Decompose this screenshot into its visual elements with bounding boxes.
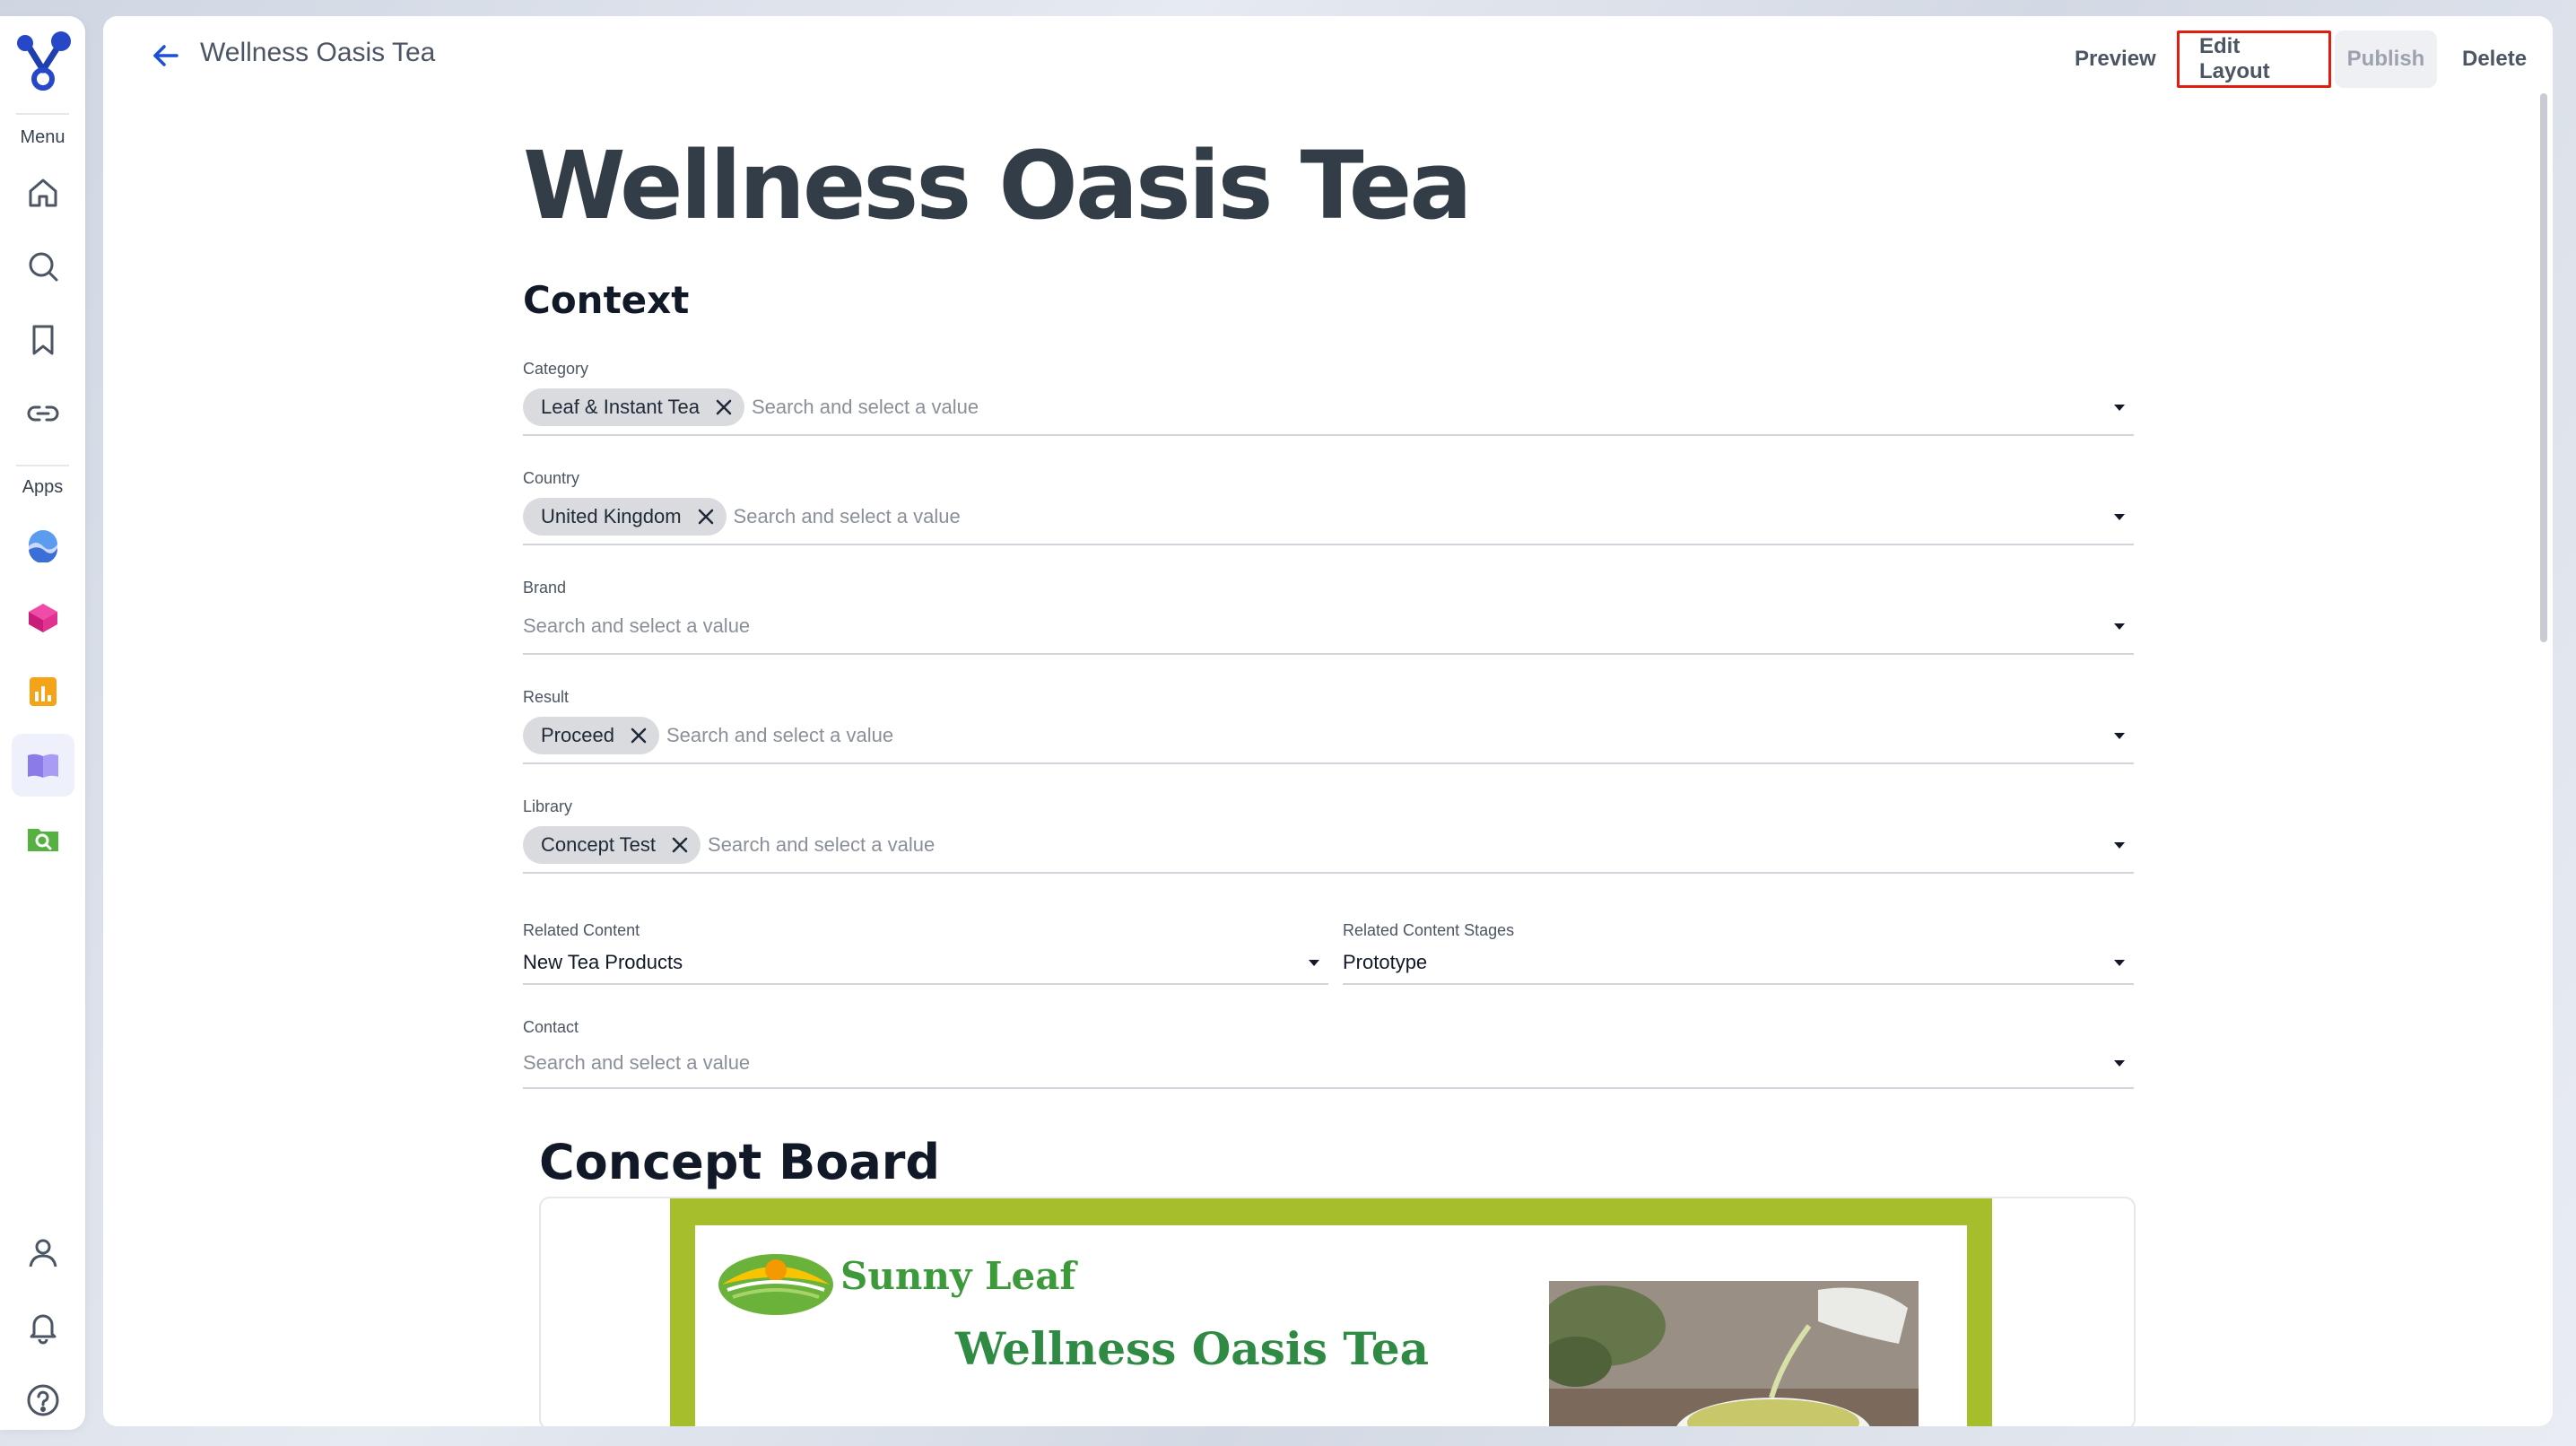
related-content-stages-select[interactable]: Prototype <box>1343 942 2134 985</box>
field-label: Library <box>523 797 573 815</box>
category-field: Category Leaf & Instant Tea Search and s… <box>523 357 2134 436</box>
chip-label: Leaf & Instant Tea <box>541 396 700 418</box>
selected-chip: United Kingdom <box>523 498 727 536</box>
result-field: Result Proceed Search and select a value <box>523 685 2134 764</box>
back-arrow-icon[interactable] <box>146 36 186 75</box>
app-wave-icon[interactable] <box>12 513 74 576</box>
app-cube-icon[interactable] <box>12 587 74 649</box>
link-icon[interactable] <box>12 382 74 445</box>
chip-label: United Kingdom <box>541 505 682 527</box>
field-label: Brand <box>523 579 567 597</box>
field-label: Country <box>523 469 580 487</box>
sidebar-divider <box>16 113 69 115</box>
chevron-down-icon[interactable] <box>2114 1060 2125 1067</box>
help-icon[interactable] <box>12 1369 74 1432</box>
tea-photo <box>1549 1281 1919 1426</box>
search-input[interactable]: Search and select a value <box>523 614 750 638</box>
chevron-down-icon[interactable] <box>1309 960 1319 966</box>
bell-icon[interactable] <box>12 1295 74 1358</box>
sidebar-divider <box>16 465 69 466</box>
chip-label: Proceed <box>541 724 614 746</box>
remove-chip-icon[interactable] <box>694 505 718 528</box>
brand-select[interactable]: Search and select a value <box>523 599 2134 655</box>
app-folder-search-icon[interactable] <box>12 807 74 870</box>
selected-value: Prototype <box>1343 951 1428 973</box>
contact-field: Contact Search and select a value <box>523 1015 2134 1089</box>
app-book-icon[interactable] <box>12 734 74 797</box>
field-label: Related Content <box>523 921 640 939</box>
user-icon[interactable] <box>12 1222 74 1285</box>
bookmark-icon[interactable] <box>12 309 74 371</box>
scrollbar[interactable] <box>2540 93 2547 642</box>
section-title-context: Context <box>523 278 690 322</box>
library-field: Library Concept Test Search and select a… <box>523 795 2134 874</box>
chevron-down-icon[interactable] <box>2114 960 2125 966</box>
country-field: Country United Kingdom Search and select… <box>523 466 2134 545</box>
selected-chip: Leaf & Instant Tea <box>523 388 744 426</box>
remove-chip-icon[interactable] <box>668 833 692 857</box>
board-brand-text: Sunny Leaf <box>840 1254 1076 1298</box>
sunny-leaf-logo-icon <box>715 1243 837 1322</box>
remove-chip-icon[interactable] <box>712 396 735 419</box>
sidebar: Menu Apps <box>0 16 85 1430</box>
contact-select[interactable]: Search and select a value <box>523 1039 2134 1089</box>
country-select[interactable]: United Kingdom Search and select a value <box>523 490 2134 545</box>
preview-button[interactable]: Preview <box>2055 30 2176 88</box>
edit-layout-button[interactable]: Edit Layout <box>2177 30 2331 88</box>
home-icon[interactable] <box>12 161 74 224</box>
remove-chip-icon[interactable] <box>627 724 650 747</box>
search-input[interactable]: Search and select a value <box>734 505 961 528</box>
header-title: Wellness Oasis Tea <box>200 38 436 67</box>
field-label: Related Content Stages <box>1343 921 1515 939</box>
related-content-field: Related Content New Tea Products <box>523 919 1328 985</box>
main-panel: Wellness Oasis Tea Preview Edit Layout P… <box>103 16 2553 1426</box>
board-product-text: Wellness Oasis Tea <box>955 1322 1430 1375</box>
concept-board-frame: Sunny Leaf Wellness Oasis Tea <box>539 1197 2136 1426</box>
chip-label: Concept Test <box>541 833 657 856</box>
publish-button[interactable]: Publish <box>2335 30 2437 88</box>
search-input[interactable]: Search and select a value <box>523 1051 750 1075</box>
brand-field: Brand Search and select a value <box>523 576 2134 655</box>
chevron-down-icon[interactable] <box>2114 842 2125 849</box>
search-input[interactable]: Search and select a value <box>666 724 893 747</box>
chevron-down-icon[interactable] <box>2114 733 2125 739</box>
delete-button[interactable]: Delete <box>2442 30 2546 88</box>
search-input[interactable]: Search and select a value <box>752 396 979 419</box>
concept-board-content: Sunny Leaf Wellness Oasis Tea <box>695 1225 1967 1426</box>
library-select[interactable]: Concept Test Search and select a value <box>523 818 2134 874</box>
field-label: Category <box>523 360 589 378</box>
chevron-down-icon[interactable] <box>2114 405 2125 411</box>
concept-board-title: Concept Board <box>539 1134 941 1190</box>
chevron-down-icon[interactable] <box>2114 514 2125 520</box>
concept-board-image: Sunny Leaf Wellness Oasis Tea <box>670 1198 1992 1426</box>
field-label: Contact <box>523 1018 579 1036</box>
search-input[interactable]: Search and select a value <box>708 833 935 857</box>
page-title: Wellness Oasis Tea <box>523 131 1473 240</box>
selected-value: New Tea Products <box>523 951 683 973</box>
app-logo[interactable] <box>13 27 74 95</box>
result-select[interactable]: Proceed Search and select a value <box>523 709 2134 764</box>
category-select[interactable]: Leaf & Instant Tea Search and select a v… <box>523 380 2134 436</box>
selected-chip: Concept Test <box>523 826 701 864</box>
apps-label: Apps <box>22 477 64 497</box>
related-content-select[interactable]: New Tea Products <box>523 942 1328 985</box>
menu-label: Menu <box>20 127 65 147</box>
related-content-stages-field: Related Content Stages Prototype <box>1343 919 2134 985</box>
search-icon[interactable] <box>12 235 74 298</box>
top-bar: Wellness Oasis Tea Preview Edit Layout P… <box>103 16 2553 95</box>
chevron-down-icon[interactable] <box>2114 623 2125 630</box>
app-chart-icon[interactable] <box>12 660 74 723</box>
field-label: Result <box>523 688 570 706</box>
selected-chip: Proceed <box>523 717 659 754</box>
